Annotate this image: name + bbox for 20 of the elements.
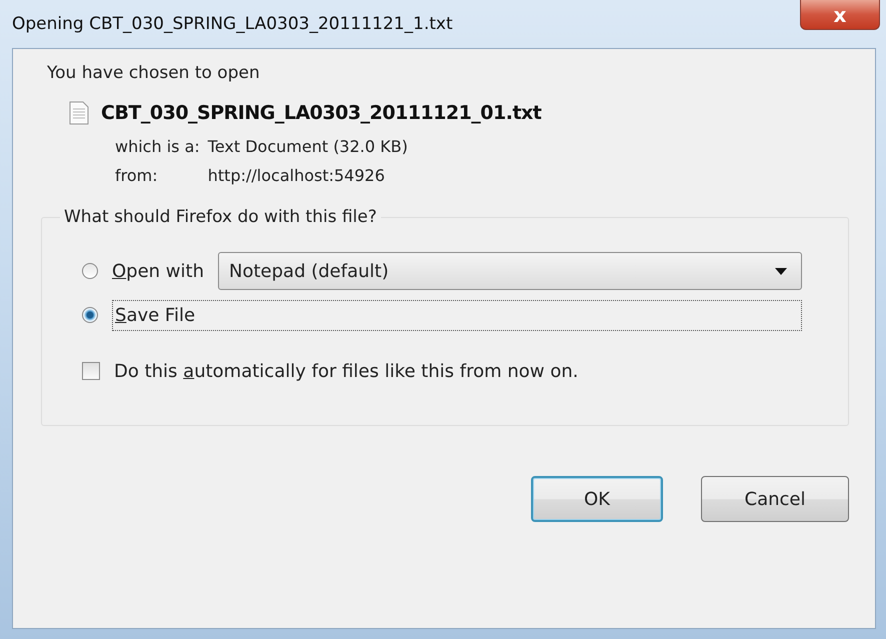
ok-button[interactable]: OK xyxy=(531,476,663,522)
app-dropdown[interactable]: Notepad (default) xyxy=(218,252,802,290)
file-name: CBT_030_SPRING_LA0303_20111121_01.txt xyxy=(101,102,542,124)
source-label: from: xyxy=(115,166,158,185)
radio-button[interactable] xyxy=(82,263,98,279)
close-button[interactable]: x xyxy=(800,0,880,30)
checkbox[interactable] xyxy=(82,362,100,380)
type-label: which is a: xyxy=(115,137,200,156)
option-label[interactable]: Save File xyxy=(112,300,802,330)
group-legend: What should Firefox do with this file? xyxy=(60,207,381,227)
dropdown-caret-icon xyxy=(775,268,787,274)
cancel-button[interactable]: Cancel xyxy=(701,476,849,522)
checkbox-label[interactable]: Do this automatically for files like this from now on. xyxy=(114,360,578,382)
radio-button[interactable] xyxy=(82,307,98,323)
file-type: Text Document (32.0 KB) xyxy=(208,137,408,156)
option-label[interactable]: Open with xyxy=(112,260,204,282)
intro-text: You have chosen to open xyxy=(47,63,261,83)
source-url: http://localhost:54926 xyxy=(208,166,385,185)
document-icon xyxy=(69,101,89,125)
window-title: Opening CBT_030_SPRING_LA0303_20111121_1.txt xyxy=(12,14,453,34)
